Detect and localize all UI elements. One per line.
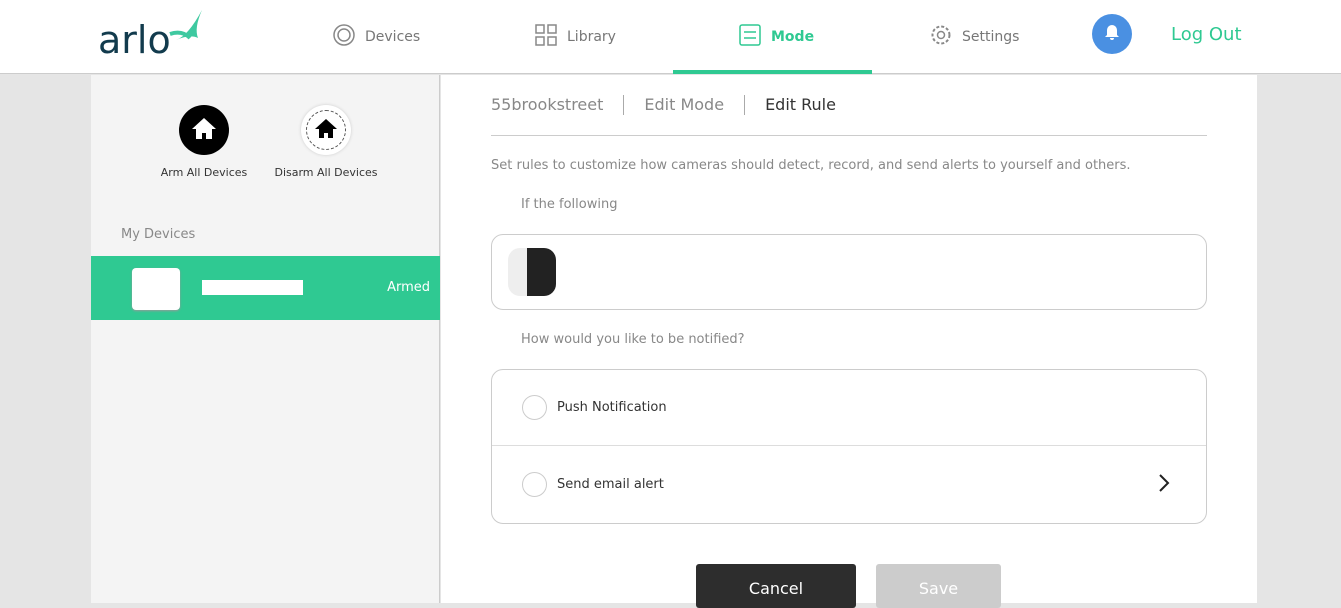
breadcrumb-location[interactable]: 55brookstreet (491, 95, 623, 115)
breadcrumb-edit-rule: Edit Rule (744, 95, 856, 115)
notification-options: Push Notification Send email alert (491, 369, 1207, 524)
svg-text:arlo: arlo (98, 18, 171, 60)
sidebar: Arm All Devices Disarm All Devices My De… (91, 75, 440, 603)
home-icon (314, 117, 338, 143)
if-label: If the following (521, 197, 618, 212)
breadcrumb: 55brookstreet Edit Mode Edit Rule (491, 95, 1207, 136)
notify-label: How would you like to be notified? (521, 332, 745, 347)
nav-settings[interactable]: Settings (930, 0, 1019, 74)
device-row[interactable]: Armed (91, 256, 440, 320)
push-notification-option[interactable]: Push Notification (492, 370, 1206, 446)
camera-image (508, 248, 556, 296)
disarm-all-button[interactable] (301, 105, 351, 155)
save-button[interactable]: Save (876, 564, 1001, 608)
my-devices-heading: My Devices (121, 227, 196, 242)
arlo-logo[interactable]: arlo (98, 8, 208, 64)
disarm-all-label: Disarm All Devices (274, 166, 378, 179)
nav-mode[interactable]: Mode (739, 0, 814, 74)
main-panel: 55brookstreet Edit Mode Edit Rule Set ru… (441, 75, 1257, 608)
gear-icon (930, 24, 952, 50)
base-station-image (132, 268, 180, 310)
notifications-button[interactable] (1092, 14, 1132, 54)
trigger-device-card[interactable] (491, 234, 1207, 310)
devices-icon (333, 24, 355, 50)
arm-all-label: Arm All Devices (160, 166, 248, 179)
mode-icon (739, 24, 761, 50)
nav-library[interactable]: Library (535, 0, 616, 74)
breadcrumb-edit-mode[interactable]: Edit Mode (623, 95, 744, 115)
home-icon (191, 116, 217, 144)
logout-link[interactable]: Log Out (1171, 24, 1242, 45)
radio-button[interactable] (522, 395, 547, 420)
email-alert-option[interactable]: Send email alert (492, 446, 1206, 522)
bell-icon (1103, 23, 1121, 45)
chevron-right-icon[interactable] (1158, 474, 1170, 496)
device-status: Armed (387, 280, 430, 295)
arm-all-button[interactable] (179, 105, 229, 155)
device-name-redacted (202, 280, 303, 295)
radio-button[interactable] (522, 471, 547, 497)
description: Set rules to customize how cameras shoul… (491, 158, 1131, 173)
cancel-button[interactable]: Cancel (696, 564, 856, 608)
top-bar: arlo Devices Library Mode Settings Log O… (0, 0, 1341, 74)
library-icon (535, 24, 557, 50)
active-tab-indicator (673, 70, 872, 74)
nav-devices[interactable]: Devices (333, 0, 420, 74)
